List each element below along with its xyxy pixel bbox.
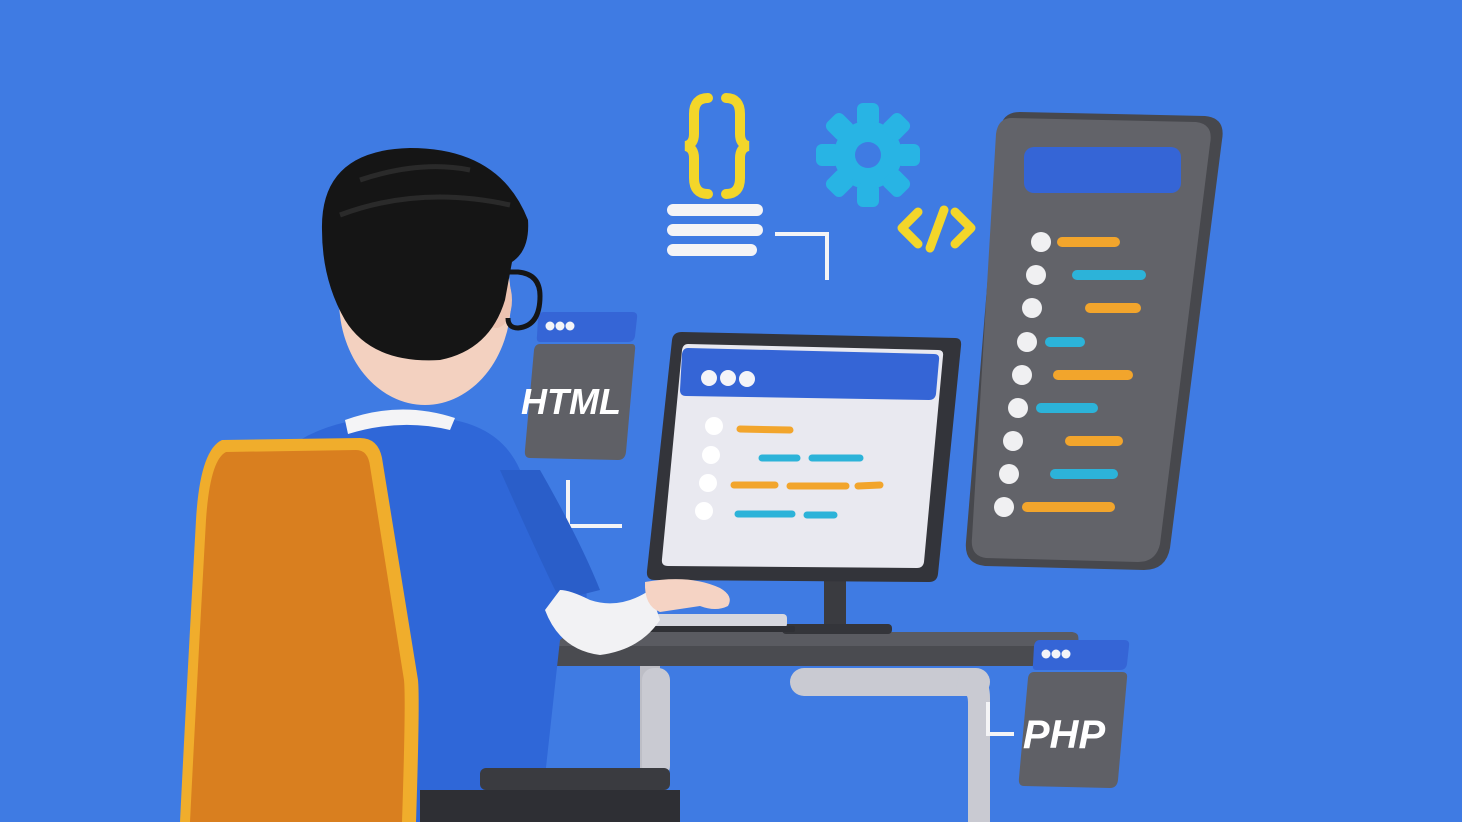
developer-illustration: HTML PHP xyxy=(0,0,1462,822)
keyboard xyxy=(655,614,787,628)
window-dots xyxy=(701,370,755,387)
monitor-title-bar xyxy=(680,348,940,400)
code-panel-header xyxy=(1024,147,1181,193)
html-label: HTML xyxy=(521,381,621,422)
text-lines-icon xyxy=(667,204,763,256)
php-label: PHP xyxy=(1023,713,1106,757)
gear-icon xyxy=(816,103,920,207)
php-badge: PHP xyxy=(1018,640,1130,788)
chair-back xyxy=(190,450,405,822)
html-badge: HTML xyxy=(521,312,638,460)
